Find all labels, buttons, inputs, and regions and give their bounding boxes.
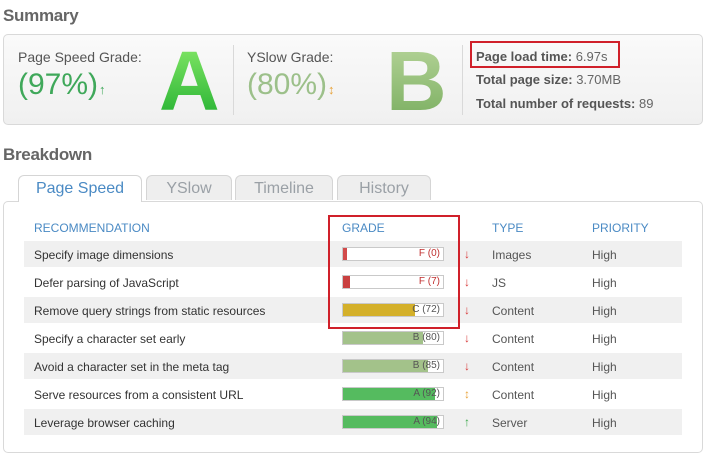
grade-bar: A (92) (342, 387, 444, 401)
type-value: Content (492, 304, 535, 318)
trend-arrow-icon: ↑ (464, 415, 470, 429)
total-requests-label: Total number of requests: (476, 96, 636, 111)
total-requests-value: 89 (639, 96, 654, 111)
grade-value: A (94) (413, 416, 440, 427)
total-requests: Total number of requests: 89 (476, 96, 653, 111)
table-row[interactable]: Avoid a character set in the meta tag B (… (24, 353, 682, 379)
highlight-box-grade (328, 215, 460, 329)
yslow-grade-percent: (80%)↕ (247, 68, 335, 102)
grade-value: A (92) (413, 388, 440, 399)
column-header-priority[interactable]: PRIORITY (592, 221, 649, 235)
trend-arrow-icon: ↓ (464, 359, 470, 373)
pagespeed-percent-text: (97%) (18, 68, 99, 101)
grade-value: B (85) (412, 360, 440, 371)
grade-value: B (80) (412, 332, 440, 343)
divider (462, 45, 463, 115)
breakdown-heading: Breakdown (3, 145, 92, 164)
yslow-grade-letter: B (386, 34, 447, 128)
column-header-type[interactable]: TYPE (492, 221, 523, 235)
tab-yslow[interactable]: YSlow (146, 175, 232, 200)
priority-value: High (592, 388, 617, 402)
priority-value: High (592, 360, 617, 374)
recommendation-link[interactable]: Serve resources from a consistent URL (34, 388, 243, 402)
type-value: Images (492, 248, 532, 262)
recommendation-link[interactable]: Specify a character set early (34, 332, 185, 346)
total-page-size-label: Total page size: (476, 72, 573, 87)
recommendation-link[interactable]: Avoid a character set in the meta tag (34, 360, 229, 374)
total-page-size: Total page size: 3.70MB (476, 72, 621, 87)
type-value: Server (492, 416, 528, 430)
pagespeed-grade-label: Page Speed Grade: (18, 49, 142, 65)
pagespeed-grade-letter: A (159, 34, 220, 128)
type-value: Content (492, 332, 535, 346)
priority-value: High (592, 332, 617, 346)
recommendation-link[interactable]: Leverage browser caching (34, 416, 175, 430)
trend-arrow-icon: ↓ (464, 303, 470, 317)
type-value: Content (492, 360, 535, 374)
trend-up-icon: ↑ (99, 82, 106, 97)
trend-arrow-icon: ↓ (464, 275, 470, 289)
summary-heading: Summary (3, 6, 79, 25)
highlight-box-load-time (470, 41, 620, 68)
trend-arrow-icon: ↕ (464, 387, 470, 401)
yslow-percent-text: (80%) (247, 68, 328, 101)
pagespeed-grade-percent: (97%)↑ (18, 68, 106, 102)
grade-bar: A (94) (342, 415, 444, 429)
trend-neutral-icon: ↕ (328, 82, 335, 97)
grade-bar: B (85) (342, 359, 444, 373)
type-value: JS (492, 276, 507, 290)
recommendation-link[interactable]: Defer parsing of JavaScript (34, 276, 179, 290)
tab-timeline[interactable]: Timeline (235, 175, 333, 200)
tab-page-speed[interactable]: Page Speed (18, 175, 142, 202)
column-header-recommendation[interactable]: RECOMMENDATION (34, 221, 150, 235)
divider (233, 45, 234, 115)
priority-value: High (592, 276, 617, 290)
type-value: Content (492, 388, 535, 402)
recommendation-link[interactable]: Remove query strings from static resourc… (34, 304, 265, 318)
table-row[interactable]: Serve resources from a consistent URL A (… (24, 381, 682, 407)
total-page-size-value: 3.70MB (576, 72, 621, 87)
grade-bar: B (80) (342, 331, 444, 345)
priority-value: High (592, 248, 617, 262)
recommendation-link[interactable]: Specify image dimensions (34, 248, 173, 262)
yslow-grade-label: YSlow Grade: (247, 49, 334, 65)
table-row[interactable]: Leverage browser caching A (94) ↑ Server Hig… (24, 409, 682, 435)
trend-arrow-icon: ↓ (464, 331, 470, 345)
priority-value: High (592, 304, 617, 318)
priority-value: High (592, 416, 617, 430)
trend-arrow-icon: ↓ (464, 247, 470, 261)
tab-history[interactable]: History (337, 175, 431, 200)
grade-bar-fill (343, 332, 423, 344)
